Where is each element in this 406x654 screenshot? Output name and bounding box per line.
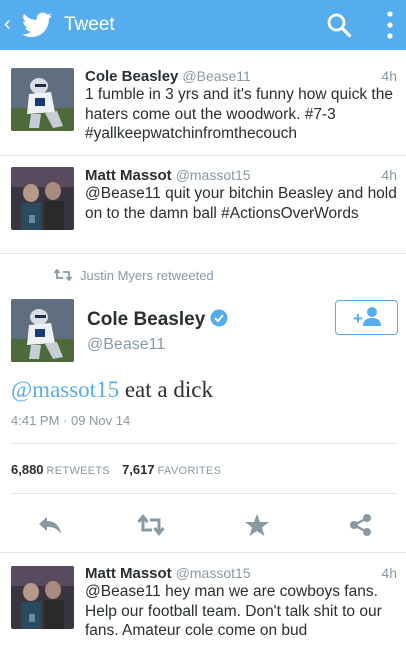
top-bar: ‹ Tweet	[0, 0, 406, 50]
divider	[11, 493, 397, 494]
more-vertical-icon[interactable]	[386, 10, 394, 40]
avatar[interactable]	[11, 167, 74, 230]
tweet-time: 4h	[381, 167, 397, 183]
verified-badge-icon	[210, 309, 228, 327]
avatar[interactable]	[11, 566, 74, 629]
back-chevron-icon[interactable]: ‹	[4, 14, 11, 34]
tweet-header: Matt Massot @massot15	[85, 564, 251, 583]
favorites-label[interactable]: FAVORITES	[158, 465, 222, 477]
tweet-header: Matt Massot @massot15	[85, 166, 251, 185]
divider	[0, 253, 406, 254]
retweet-icon	[54, 269, 72, 281]
add-user-icon: +	[353, 307, 381, 328]
divider	[0, 155, 406, 156]
tweet-time: 4h	[381, 565, 397, 581]
retweets-label[interactable]: RETWEETS	[47, 465, 111, 477]
avatar[interactable]	[11, 299, 74, 362]
tweet-text: 1 fumble in 3 yrs and it's funny how qui…	[85, 86, 393, 142]
page-title: Tweet	[64, 14, 115, 35]
author-name[interactable]: Cole Beasley	[87, 309, 205, 330]
retweeted-by-label[interactable]: Justin Myers retweeted	[80, 268, 214, 283]
search-icon[interactable]	[326, 12, 352, 38]
twitter-bird-icon[interactable]	[22, 12, 52, 38]
tweet-timestamp: 4:41 PM · 09 Nov 14	[11, 413, 131, 428]
author-handle[interactable]: @Bease11	[87, 335, 165, 355]
tweet-actions	[0, 505, 406, 545]
reply-icon[interactable]	[36, 513, 64, 537]
author-name[interactable]: Matt Massot	[85, 565, 172, 582]
svg-text:+: +	[353, 309, 363, 328]
author-handle[interactable]: @massot15	[176, 167, 251, 183]
tweet-text: @massot15 eat a dick	[11, 376, 213, 404]
tweet-header: Cole Beasley @Bease11	[85, 67, 251, 86]
author-name[interactable]: Cole Beasley	[85, 68, 178, 85]
divider	[0, 552, 406, 553]
tweet-body: eat a dick	[119, 377, 213, 402]
tweet-time: 4h	[381, 68, 397, 84]
favorite-count[interactable]: 7,617	[122, 462, 155, 477]
mention-link[interactable]: @massot15	[11, 377, 119, 402]
follow-button[interactable]: +	[335, 300, 398, 335]
divider	[11, 443, 397, 444]
retweet-icon[interactable]	[137, 513, 165, 537]
tweet-stats: 6,880 RETWEETS 7,617 FAVORITES	[11, 462, 233, 479]
share-icon[interactable]	[347, 513, 375, 537]
tweet-text: @Bease11 hey man we are cowboys fans. He…	[85, 583, 382, 639]
author-name-row: Cole Beasley	[87, 309, 228, 331]
avatar[interactable]	[11, 68, 74, 131]
author-handle[interactable]: @massot15	[176, 565, 251, 581]
retweet-context: Justin Myers retweeted	[54, 268, 214, 284]
author-handle[interactable]: @Bease11	[182, 68, 250, 84]
favorite-star-icon[interactable]	[243, 513, 271, 537]
author-name[interactable]: Matt Massot	[85, 167, 172, 184]
retweet-count[interactable]: 6,880	[11, 462, 44, 477]
tweet-text: @Bease11 quit your bitchin Beasley and h…	[85, 185, 397, 222]
